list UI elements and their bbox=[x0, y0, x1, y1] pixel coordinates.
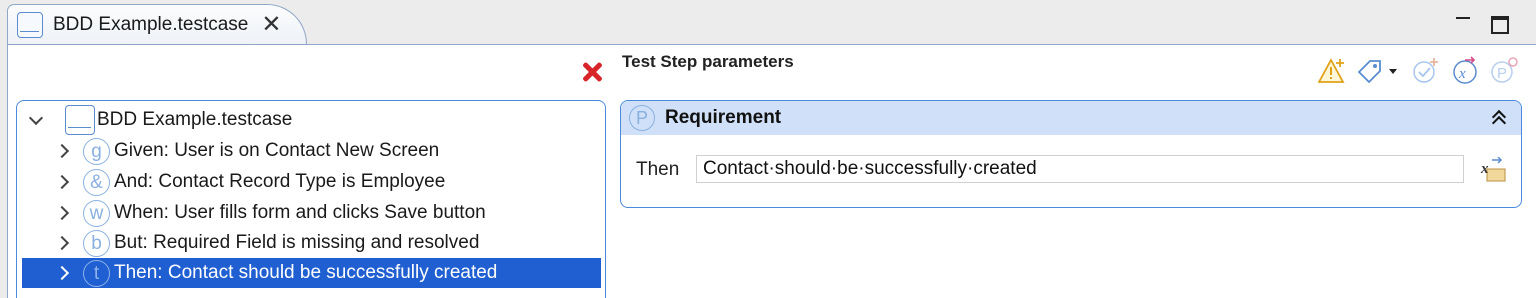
given-step-icon: g bbox=[83, 137, 110, 165]
tree-item-label: Given: User is on Contact New Screen bbox=[114, 140, 440, 161]
collapse-icon[interactable] bbox=[1491, 107, 1507, 129]
and-step-icon: & bbox=[83, 168, 110, 196]
insert-variable-icon[interactable]: x bbox=[1479, 157, 1507, 183]
editor-tab[interactable]: BDD Example.testcase ✕ bbox=[7, 4, 307, 45]
close-icon[interactable]: ✕ bbox=[261, 13, 281, 37]
then-step-icon: t bbox=[83, 259, 110, 287]
maximize-icon[interactable] bbox=[1491, 16, 1509, 34]
tab-title: BDD Example.testcase bbox=[53, 14, 249, 35]
chevron-right-icon[interactable] bbox=[55, 144, 69, 158]
tag-dropdown-icon[interactable] bbox=[1355, 56, 1385, 86]
test-step-tree: BDD Example.testcase g Given: User is on… bbox=[16, 100, 606, 298]
then-field-input[interactable] bbox=[696, 155, 1464, 183]
minimize-icon[interactable] bbox=[1456, 13, 1474, 31]
requirement-section: P Requirement Then x bbox=[620, 100, 1522, 208]
tree-root-label: BDD Example.testcase bbox=[97, 109, 293, 130]
chevron-down-icon[interactable] bbox=[1386, 56, 1400, 86]
tree-item-but[interactable]: b But: Required Field is missing and res… bbox=[17, 228, 605, 258]
requirement-title: Requirement bbox=[665, 107, 782, 128]
tree-root[interactable]: BDD Example.testcase bbox=[17, 105, 605, 135]
chevron-down-icon[interactable] bbox=[29, 113, 43, 127]
chevron-right-icon[interactable] bbox=[55, 206, 69, 220]
but-step-icon: b bbox=[83, 229, 110, 257]
variable-icon[interactable]: x bbox=[1450, 56, 1480, 86]
chevron-right-icon[interactable] bbox=[55, 175, 69, 189]
tree-item-given[interactable]: g Given: User is on Contact New Screen bbox=[17, 136, 605, 166]
requirement-header[interactable]: P Requirement bbox=[621, 101, 1521, 135]
editor-tab-bar: BDD Example.testcase ✕ bbox=[0, 0, 1536, 45]
testcase-file-icon bbox=[65, 105, 95, 135]
chevron-right-icon[interactable] bbox=[55, 236, 69, 250]
chevron-right-icon[interactable] bbox=[55, 266, 69, 280]
warning-add-icon[interactable] bbox=[1318, 56, 1348, 86]
delete-icon[interactable] bbox=[581, 61, 603, 83]
tree-item-and[interactable]: & And: Contact Record Type is Employee bbox=[17, 167, 605, 197]
check-add-icon[interactable] bbox=[1410, 56, 1440, 86]
tree-item-label: Then: Contact should be successfully cre… bbox=[114, 262, 498, 283]
parameter-add-icon[interactable]: P bbox=[1489, 56, 1519, 86]
params-title: Test Step parameters bbox=[622, 52, 794, 71]
then-field-label: Then bbox=[636, 159, 680, 180]
tree-item-label: When: User fills form and clicks Save bu… bbox=[114, 202, 486, 223]
tree-item-label: But: Required Field is missing and resol… bbox=[114, 232, 480, 253]
tree-item-when[interactable]: w When: User fills form and clicks Save … bbox=[17, 198, 605, 228]
when-step-icon: w bbox=[83, 199, 110, 227]
testcase-file-icon bbox=[17, 12, 43, 38]
parameter-icon: P bbox=[629, 105, 655, 131]
svg-text:x: x bbox=[1458, 66, 1466, 82]
tree-item-label: And: Contact Record Type is Employee bbox=[114, 171, 446, 192]
tree-item-then[interactable]: t Then: Contact should be successfully c… bbox=[22, 258, 601, 288]
svg-text:P: P bbox=[1497, 65, 1507, 82]
svg-text:x: x bbox=[1480, 161, 1489, 177]
